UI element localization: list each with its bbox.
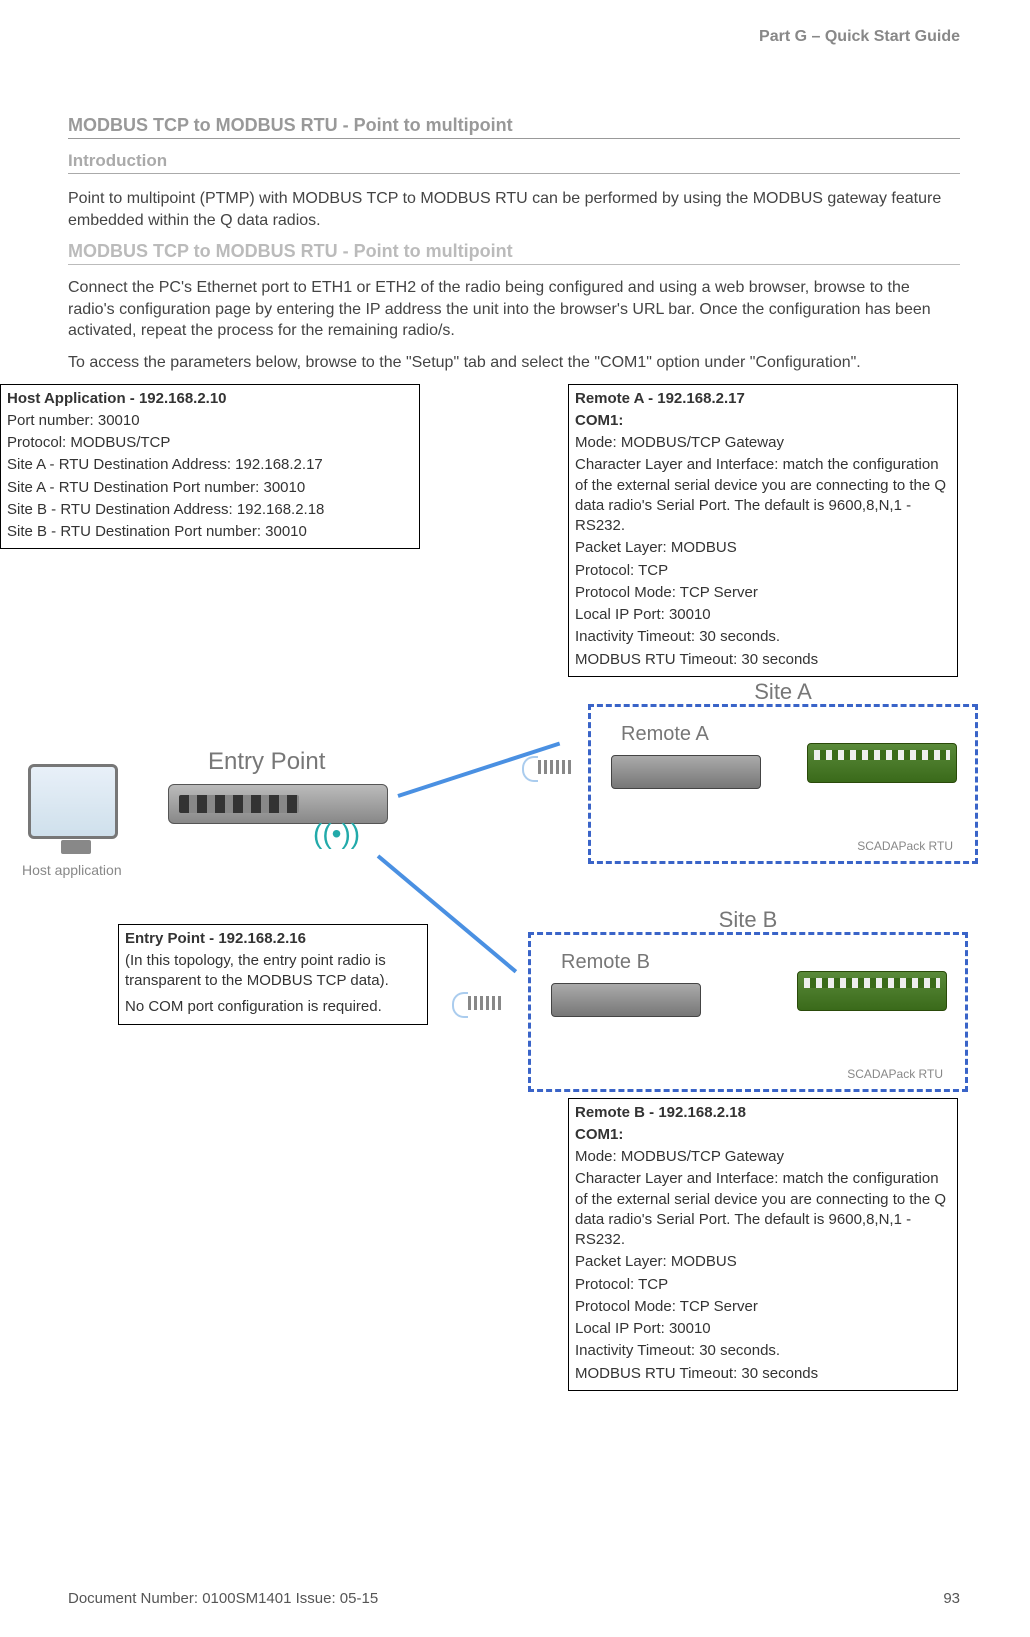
antenna-a-icon (538, 760, 574, 774)
entry-point-config-box: Entry Point - 192.168.2.16 (In this topo… (118, 924, 428, 1025)
remote-a-label: Remote A (621, 723, 709, 746)
entry-title: Entry Point - 192.168.2.16 (125, 929, 421, 949)
remote-b-timeout: MODBUS RTU Timeout: 30 seconds (575, 1364, 951, 1384)
remote-a-radio-icon (611, 755, 761, 789)
paragraph-access: To access the parameters below, browse t… (68, 352, 960, 374)
remote-a-mode: Mode: MODBUS/TCP Gateway (575, 433, 951, 453)
remote-a-packet: Packet Layer: MODBUS (575, 538, 951, 558)
scadapack-rtu-b-icon (797, 971, 947, 1011)
remote-b-config-box: Remote B - 192.168.2.18 COM1: Mode: MODB… (568, 1098, 958, 1391)
host-config-box: Host Application - 192.168.2.10 Port num… (0, 384, 420, 550)
remote-b-protomode: Protocol Mode: TCP Server (575, 1297, 951, 1317)
section-title-main: MODBUS TCP to MODBUS RTU - Point to mult… (68, 115, 960, 139)
entry-l1: (In this topology, the entry point radio… (125, 951, 421, 992)
document-number: Document Number: 0100SM1401 Issue: 05-15 (68, 1590, 378, 1607)
scadapack-rtu-a-icon (807, 743, 957, 783)
site-a-panel: Site A Remote A SCADAPack RTU (588, 704, 978, 864)
remote-b-protocol: Protocol: TCP (575, 1275, 951, 1295)
intro-paragraph: Point to multipoint (PTMP) with MODBUS T… (68, 188, 960, 231)
site-b-panel: Site B Remote B SCADAPack RTU (528, 932, 968, 1092)
remote-b-mode: Mode: MODBUS/TCP Gateway (575, 1147, 951, 1167)
remote-a-port: Local IP Port: 30010 (575, 605, 951, 625)
host-title: Host Application - 192.168.2.10 (7, 389, 413, 409)
remote-b-radio-icon (551, 983, 701, 1017)
remote-a-timeout: MODBUS RTU Timeout: 30 seconds (575, 650, 951, 670)
remote-a-com: COM1: (575, 411, 951, 431)
section-title-main2: MODBUS TCP to MODBUS RTU - Point to mult… (68, 241, 960, 265)
host-protocol: Protocol: MODBUS/TCP (7, 433, 413, 453)
paragraph-connect: Connect the PC's Ethernet port to ETH1 o… (68, 277, 960, 342)
page-number: 93 (943, 1590, 960, 1607)
rtu-a-label: SCADAPack RTU (857, 839, 953, 853)
remote-a-config-box: Remote A - 192.168.2.17 COM1: Mode: MODB… (568, 384, 958, 677)
remote-b-title: Remote B - 192.168.2.18 (575, 1103, 951, 1123)
host-siteB-port: Site B - RTU Destination Port number: 30… (7, 522, 413, 542)
remote-b-label: Remote B (561, 951, 650, 974)
host-siteB-addr: Site B - RTU Destination Address: 192.16… (7, 500, 413, 520)
page-header: Part G – Quick Start Guide (759, 28, 960, 46)
remote-b-inact: Inactivity Timeout: 30 seconds. (575, 1341, 951, 1361)
host-siteA-addr: Site A - RTU Destination Address: 192.16… (7, 455, 413, 475)
remote-a-protomode: Protocol Mode: TCP Server (575, 583, 951, 603)
site-a-title: Site A (754, 679, 811, 705)
subsection-intro: Introduction (68, 151, 960, 174)
site-b-title: Site B (719, 907, 778, 933)
wifi-icon: ((•)) (313, 818, 360, 850)
remote-a-title: Remote A - 192.168.2.17 (575, 389, 951, 409)
remote-b-charlayer: Character Layer and Interface: match the… (575, 1169, 951, 1250)
remote-a-inact: Inactivity Timeout: 30 seconds. (575, 627, 951, 647)
host-port: Port number: 30010 (7, 411, 413, 431)
remote-b-port: Local IP Port: 30010 (575, 1319, 951, 1339)
host-siteA-port: Site A - RTU Destination Port number: 30… (7, 478, 413, 498)
entry-l2: No COM port configuration is required. (125, 997, 421, 1017)
remote-b-packet: Packet Layer: MODBUS (575, 1252, 951, 1272)
remote-a-protocol: Protocol: TCP (575, 561, 951, 581)
network-diagram: Remote A - 192.168.2.17 COM1: Mode: MODB… (68, 384, 960, 1484)
monitor-icon (28, 764, 118, 839)
remote-a-charlayer: Character Layer and Interface: match the… (575, 455, 951, 536)
remote-b-com: COM1: (575, 1125, 951, 1145)
host-application-label: Host application (22, 862, 122, 878)
antenna-b-icon (468, 996, 504, 1010)
page-footer: Document Number: 0100SM1401 Issue: 05-15… (68, 1590, 960, 1607)
entry-point-label: Entry Point (208, 748, 325, 776)
rtu-b-label: SCADAPack RTU (847, 1067, 943, 1081)
